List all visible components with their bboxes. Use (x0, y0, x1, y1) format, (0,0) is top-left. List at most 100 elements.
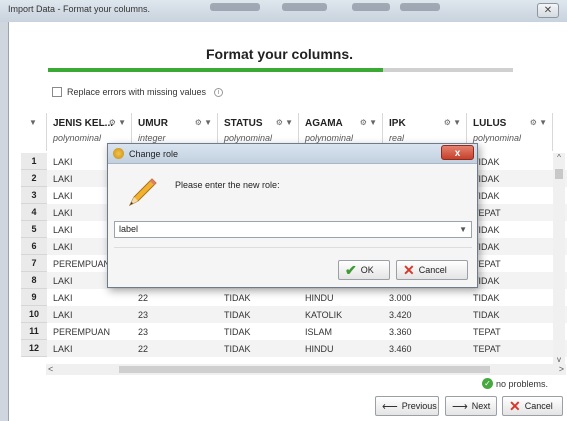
row-number: 4 (21, 204, 47, 221)
table-cell: 22 (138, 344, 149, 354)
progress-fill (48, 68, 383, 72)
row-number: 10 (21, 306, 47, 323)
gear-icon[interactable]: ⚙ ▼ (109, 118, 126, 127)
x-icon: ✕ (509, 398, 521, 414)
row-number: 12 (21, 340, 47, 357)
scroll-up-icon[interactable]: ^ (554, 153, 564, 162)
divider (114, 247, 472, 248)
column-name: JENIS KEL... (53, 118, 114, 129)
previous-button[interactable]: ⟵ Previous (375, 396, 439, 416)
x-icon: ✕ (403, 262, 415, 278)
column-name: AGAMA (305, 118, 343, 129)
status-text: no problems. (496, 378, 549, 389)
table-cell: TEPAT (473, 327, 501, 337)
window-close-button[interactable]: ✕ (537, 3, 559, 18)
row-number: 7 (21, 255, 47, 272)
gear-icon[interactable]: ⚙ ▼ (195, 118, 212, 127)
next-button[interactable]: ⟶ Next (445, 396, 497, 416)
scroll-right-icon[interactable]: > (559, 364, 564, 374)
row-number: 9 (21, 289, 47, 306)
next-label: Next (471, 401, 491, 411)
table-row[interactable]: 11 PEREMPUAN 23 TIDAK ISLAM 3.360 TEPAT (21, 323, 567, 340)
column-name: IPK (389, 118, 406, 129)
row-header-corner: ▼ (21, 113, 47, 151)
table-cell: PEREMPUAN (53, 259, 111, 269)
table-row[interactable]: 12 LAKI 22 TIDAK HINDU 3.460 TEPAT (21, 340, 567, 357)
ok-label: OK (360, 265, 374, 275)
table-cell: LAKI (53, 276, 73, 286)
table-cell: TIDAK (224, 293, 251, 303)
row-number: 2 (21, 170, 47, 187)
table-cell: 22 (138, 293, 149, 303)
scroll-thumb[interactable] (555, 169, 563, 179)
blurred-bg-item (352, 3, 390, 11)
table-cell: 3.360 (389, 327, 412, 337)
arrow-right-icon: ⟶ (452, 400, 468, 413)
window-title: Import Data - Format your columns. (8, 4, 151, 14)
table-cell: 3.420 (389, 310, 412, 320)
column-type: polynominal (305, 133, 354, 143)
blurred-bg-item (282, 3, 327, 11)
row-number: 11 (21, 323, 47, 340)
scroll-left-icon[interactable]: < (48, 364, 53, 374)
table-cell: TIDAK (224, 310, 251, 320)
dialog-cancel-button[interactable]: ✕ Cancel (396, 260, 468, 280)
table-cell: HINDU (305, 293, 334, 303)
scroll-down-icon[interactable]: v (554, 355, 564, 364)
replace-errors-option[interactable]: Replace errors with missing values i (52, 87, 224, 97)
table-row[interactable]: 9 LAKI 22 TIDAK HINDU 3.000 TIDAK (21, 289, 567, 306)
gear-icon[interactable]: ⚙ ▼ (530, 118, 547, 127)
table-cell: 23 (138, 310, 149, 320)
table-cell: HINDU (305, 344, 334, 354)
table-cell: LAKI (53, 208, 73, 218)
role-combobox[interactable]: label ▼ (114, 221, 472, 238)
column-type: polynominal (473, 133, 522, 143)
gear-icon[interactable]: ⚙ ▼ (444, 118, 461, 127)
column-type: real (389, 133, 405, 143)
dialog-title: Change role (129, 149, 179, 159)
check-icon: ✔ (345, 262, 357, 278)
dialog-close-button[interactable]: x (441, 145, 474, 160)
wizard-progress-bar (48, 68, 513, 72)
ok-button[interactable]: ✔ OK (338, 260, 390, 280)
chevron-down-icon[interactable]: ▼ (459, 222, 467, 237)
column-name: STATUS (224, 118, 263, 129)
table-cell: TIDAK (224, 327, 251, 337)
app-icon (113, 148, 124, 159)
scroll-thumb[interactable] (119, 366, 490, 373)
vertical-scrollbar[interactable]: ^ v (553, 153, 565, 364)
gear-icon[interactable]: ⚙ ▼ (276, 118, 293, 127)
table-cell: KATOLIK (305, 310, 343, 320)
table-cell: TIDAK (224, 344, 251, 354)
row-number: 8 (21, 272, 47, 289)
cancel-button[interactable]: ✕ Cancel (502, 396, 563, 416)
gear-icon[interactable]: ⚙ ▼ (360, 118, 377, 127)
check-circle-icon: ✓ (482, 378, 493, 389)
column-header[interactable]: LULUS polynominal ⚙ ▼ (467, 113, 553, 151)
table-row[interactable]: 10 LAKI 23 TIDAK KATOLIK 3.420 TIDAK (21, 306, 567, 323)
validation-status: ✓ no problems. (482, 378, 548, 389)
table-cell: LAKI (53, 310, 73, 320)
blurred-bg-item (400, 3, 440, 11)
table-cell: TEPAT (473, 344, 501, 354)
row-number: 3 (21, 187, 47, 204)
dialog-prompt: Please enter the new role: (175, 180, 280, 190)
row-number: 5 (21, 221, 47, 238)
arrow-left-icon: ⟵ (382, 400, 398, 413)
replace-errors-checkbox[interactable] (52, 87, 62, 97)
row-number: 1 (21, 153, 47, 170)
table-cell: ISLAM (305, 327, 333, 337)
table-cell: 23 (138, 327, 149, 337)
pencil-icon (128, 178, 157, 207)
replace-errors-label: Replace errors with missing values (67, 87, 207, 97)
table-cell: 3.460 (389, 344, 412, 354)
table-cell: LAKI (53, 344, 73, 354)
chevron-down-icon[interactable]: ▼ (29, 118, 37, 127)
role-value: label (119, 224, 139, 234)
blurred-bg-item (210, 3, 260, 11)
previous-label: Previous (401, 401, 437, 411)
table-cell: 3.000 (389, 293, 412, 303)
column-type: polynominal (224, 133, 273, 143)
info-icon[interactable]: i (214, 87, 224, 97)
horizontal-scrollbar[interactable]: < > (46, 364, 566, 375)
